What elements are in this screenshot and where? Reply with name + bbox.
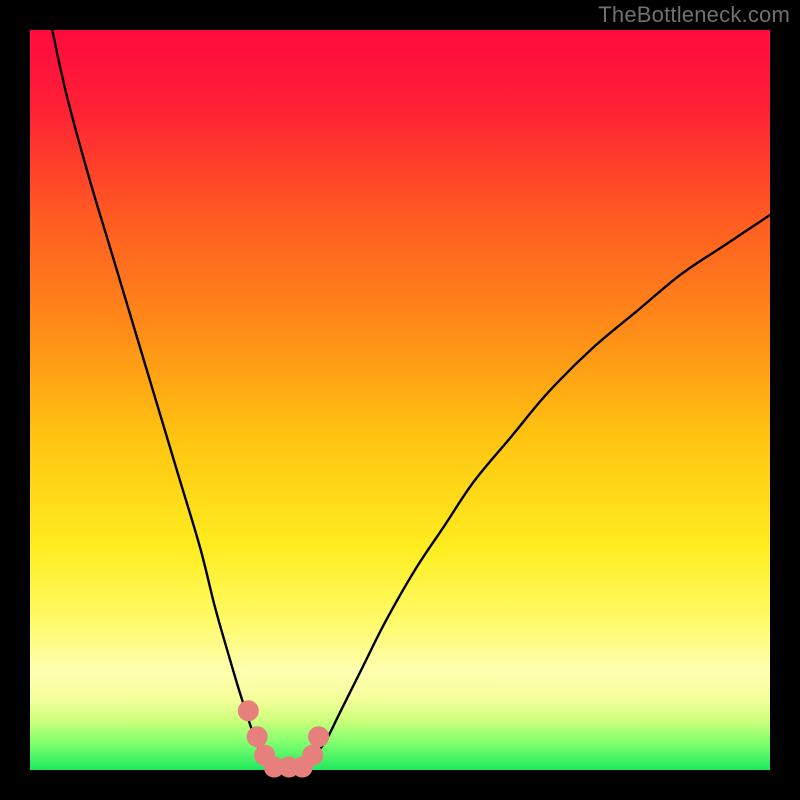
marker-dot [247,726,268,747]
bottleneck-chart [0,0,800,800]
chart-container: { "watermark": "TheBottleneck.com", "cha… [0,0,800,800]
watermark-text: TheBottleneck.com [598,2,790,28]
plot-background [30,30,770,770]
marker-dot [302,745,323,766]
marker-dot [308,726,329,747]
marker-dot [238,700,259,721]
